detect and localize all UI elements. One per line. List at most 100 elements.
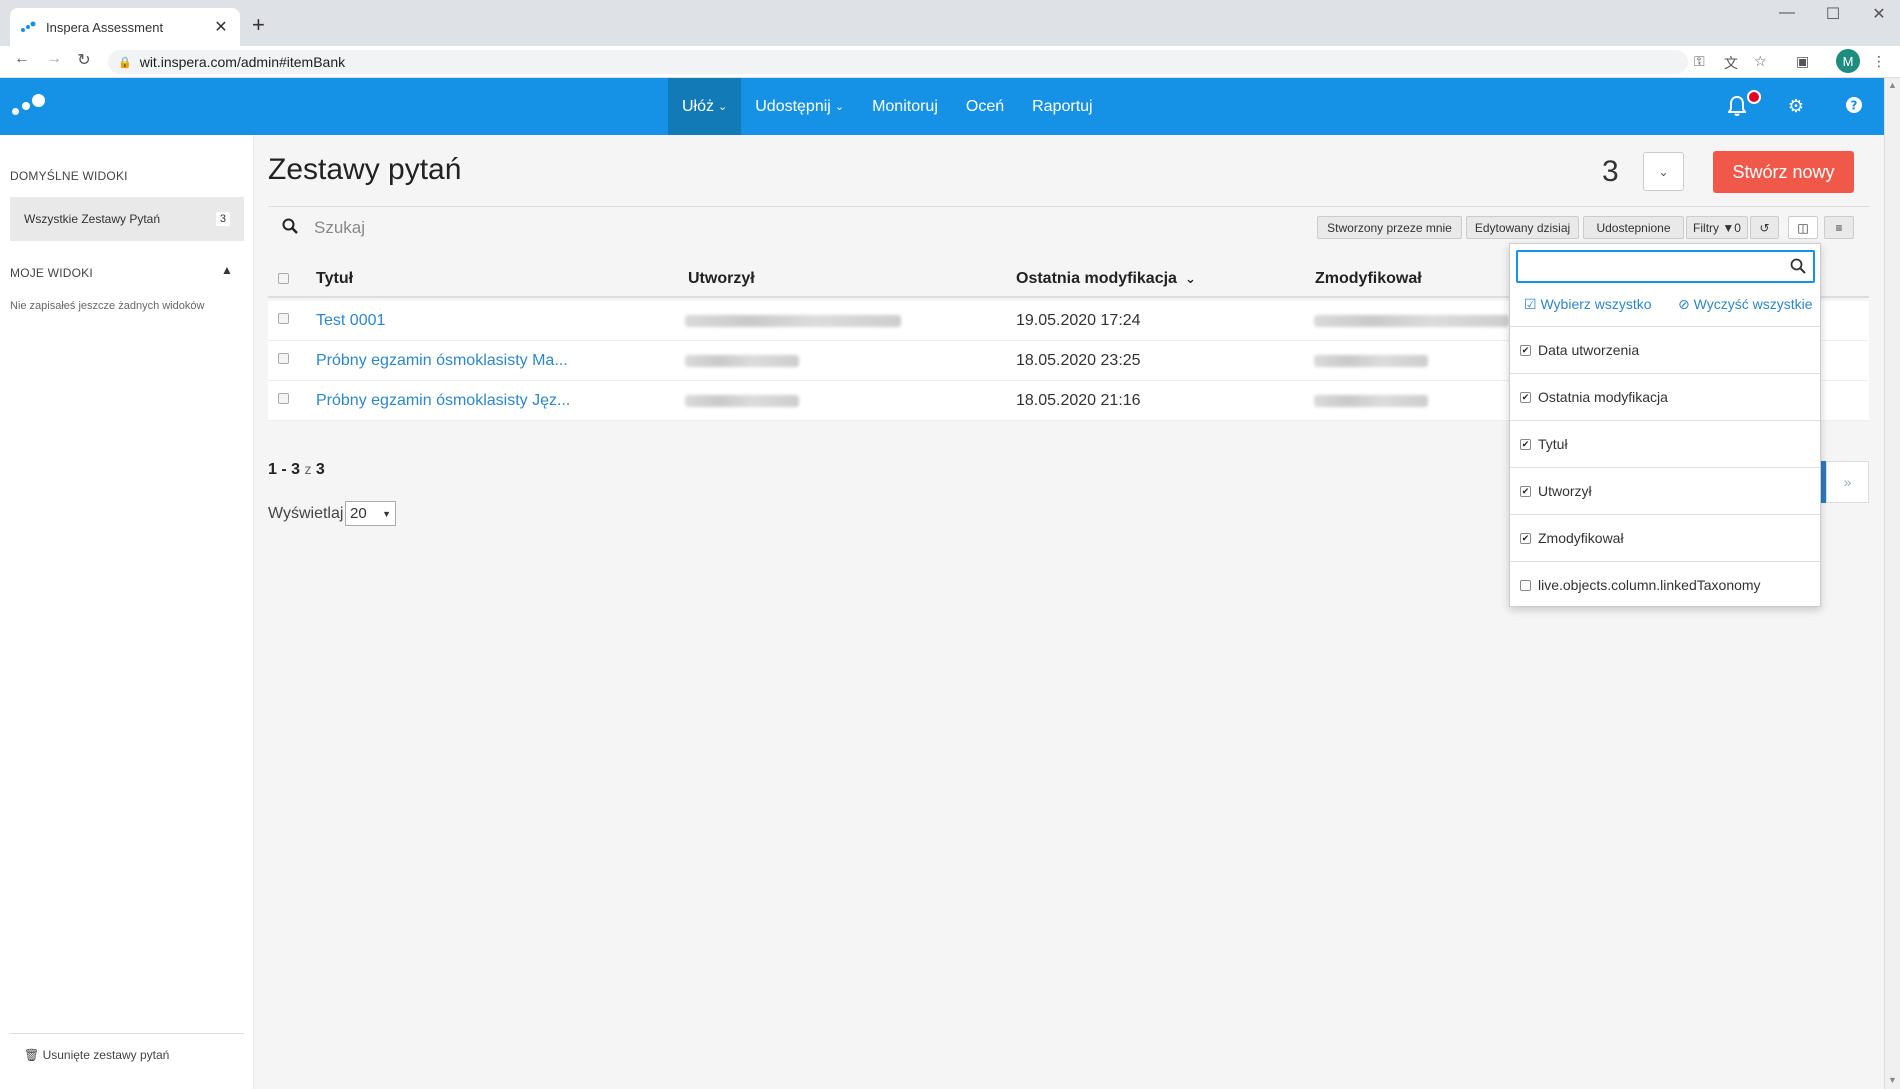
checked-checkbox-icon[interactable]: ✔	[1520, 532, 1531, 544]
nav-compose-label: Ułóż	[682, 97, 715, 115]
select-all-columns-link[interactable]: ☑ Wybierz wszystko	[1524, 296, 1652, 313]
row-title-link[interactable]: Test 0001	[316, 312, 385, 330]
row-modified-date: 18.05.2020 23:25	[1016, 352, 1141, 369]
clear-all-columns-link[interactable]: ⊘ Wyczyść wszystkie	[1678, 296, 1813, 313]
address-bar[interactable]: 🔒 wit.inspera.com/admin#itemBank	[108, 50, 1688, 74]
maximize-window-button[interactable]: ☐	[1810, 4, 1856, 24]
scroll-down-icon[interactable]: ▼	[1888, 1075, 1897, 1085]
url-text: wit.inspera.com/admin#itemBank	[139, 54, 346, 70]
column-header-modified-by[interactable]: Zmodyfikował	[1315, 270, 1422, 288]
bell-icon[interactable]	[1725, 95, 1749, 121]
nav-compose[interactable]: Ułóż ⌄	[668, 78, 742, 135]
row-checkbox[interactable]	[278, 393, 289, 404]
page-size-select[interactable]: 20 ▼	[345, 501, 396, 526]
filters-label: Filtry	[1693, 220, 1720, 235]
column-bulk-actions: ☑ Wybierz wszystko ⊘ Wyczyść wszystkie	[1510, 296, 1822, 316]
profile-avatar[interactable]: M	[1836, 49, 1860, 73]
list-view-button[interactable]: ≡	[1824, 216, 1854, 239]
browser-menu-icon[interactable]: ⋮	[1872, 53, 1886, 70]
main-nav: Ułóż ⌄ Udostępnij ⌄ Monitoruj Oceń Raportu…	[668, 78, 1107, 135]
extensions-icon[interactable]: ▣	[1796, 53, 1809, 70]
nav-report-label: Raportuj	[1032, 97, 1093, 115]
browser-tab[interactable]: Inspera Assessment ✕	[10, 8, 240, 46]
star-icon[interactable]: ☆	[1754, 53, 1767, 70]
filter-edited-today-button[interactable]: Edytowany dzisiaj	[1466, 216, 1579, 239]
column-option[interactable]: ✔ Ostatnia modyfikacja	[1510, 373, 1820, 420]
column-option-label: Zmodyfikował	[1538, 530, 1624, 546]
caret-down-icon: ▼	[382, 508, 391, 519]
new-tab-button[interactable]: +	[252, 12, 265, 38]
search-input[interactable]	[314, 214, 914, 242]
row-checkbox[interactable]	[278, 353, 289, 364]
checked-checkbox-icon[interactable]: ✔	[1520, 391, 1531, 403]
nav-report[interactable]: Raportuj	[1018, 78, 1106, 135]
select-all-columns-label: Wybierz wszystko	[1540, 296, 1652, 312]
lock-icon: 🔒	[118, 56, 132, 69]
column-option-label: Utworzył	[1538, 483, 1592, 499]
count-dropdown-button[interactable]: ⌄	[1643, 152, 1684, 191]
column-chooser-dropdown: ☑ Wybierz wszystko ⊘ Wyczyść wszystkie ✔…	[1509, 243, 1821, 607]
list-icon: ≡	[1835, 220, 1843, 235]
column-option[interactable]: live.objects.column.linkedTaxonomy	[1510, 561, 1820, 608]
nav-share[interactable]: Udostępnij ⌄	[741, 78, 858, 135]
help-icon[interactable]: ?	[1842, 96, 1866, 119]
search-icon	[282, 218, 298, 239]
reload-icon[interactable]: ↻	[72, 50, 96, 70]
page-scrollbar[interactable]: ▲ ▼	[1884, 78, 1900, 1089]
pagination-of: z	[304, 461, 312, 477]
select-all-checkbox[interactable]	[278, 273, 289, 284]
column-header-last-modified[interactable]: Ostatnia modyfikacja ⌄	[1016, 270, 1196, 288]
app-header: Ułóż ⌄ Udostępnij ⌄ Monitoruj Oceń Raportu…	[0, 78, 1892, 135]
create-new-button[interactable]: Stwórz nowy	[1713, 151, 1854, 193]
checked-checkbox-icon[interactable]: ✔	[1520, 344, 1531, 356]
row-title-link[interactable]: Próbny egzamin ósmoklasisty Jęz...	[316, 392, 570, 410]
reset-filters-button[interactable]: ↺	[1750, 216, 1779, 239]
nav-grade[interactable]: Oceń	[952, 78, 1018, 135]
filter-created-by-me-button[interactable]: Stworzony przeze mnie	[1317, 216, 1462, 239]
inspera-logo[interactable]	[12, 94, 48, 120]
my-views-empty-text: Nie zapisałeś jeszcze żadnych widoków	[10, 300, 205, 312]
forward-icon[interactable]: →	[42, 50, 66, 68]
scroll-up-icon[interactable]: ▲	[1888, 80, 1897, 90]
sidebar-item-all-question-sets[interactable]: Wszystkie Zestawy Pytań 3	[10, 197, 244, 241]
redacted-modifier	[1314, 355, 1428, 367]
pagination-range: 1 - 3	[268, 461, 301, 478]
ban-icon: ⊘	[1678, 296, 1690, 312]
page-size-value: 20	[350, 505, 367, 522]
checked-checkbox-icon[interactable]: ✔	[1520, 438, 1531, 450]
column-option[interactable]: ✔ Zmodyfikował	[1510, 514, 1820, 561]
checked-checkbox-icon[interactable]: ✔	[1520, 485, 1531, 497]
back-icon[interactable]: ←	[10, 50, 34, 68]
gear-icon[interactable]: ⚙	[1784, 96, 1808, 117]
column-option[interactable]: ✔ Tytuł	[1510, 420, 1820, 467]
close-window-button[interactable]: ✕	[1856, 4, 1900, 24]
title-divider	[268, 206, 1869, 207]
column-header-title[interactable]: Tytuł	[316, 270, 353, 288]
close-tab-icon[interactable]: ✕	[212, 17, 230, 37]
result-count: 3	[1602, 155, 1619, 188]
minimize-window-button[interactable]: —	[1764, 4, 1810, 22]
column-option[interactable]: ✔ Utworzył	[1510, 467, 1820, 514]
filters-button[interactable]: Filtry ▼ 0	[1686, 216, 1748, 239]
row-checkbox[interactable]	[278, 313, 289, 324]
chevron-up-icon[interactable]: ▲	[221, 263, 233, 277]
sidebar-item-count: 3	[215, 212, 230, 226]
filters-count: 0	[1734, 220, 1741, 235]
funnel-icon: ▼	[1722, 220, 1735, 235]
column-header-created-by[interactable]: Utworzył	[688, 270, 755, 288]
row-title-link[interactable]: Próbny egzamin ósmoklasisty Ma...	[316, 352, 568, 370]
columns-toggle-button[interactable]: ◫	[1788, 216, 1818, 239]
reset-icon: ↺	[1759, 220, 1770, 235]
inspera-favicon-icon	[20, 19, 36, 35]
column-search-input[interactable]	[1516, 250, 1815, 283]
filter-shared-button[interactable]: Udostepnione	[1583, 216, 1684, 239]
column-option-label: Ostatnia modyfikacja	[1538, 389, 1668, 405]
browser-tabbar: Inspera Assessment ✕ + — ☐ ✕	[0, 0, 1900, 46]
pagination-next-button[interactable]: »	[1826, 461, 1869, 503]
nav-monitor[interactable]: Monitoruj	[858, 78, 952, 135]
translate-icon[interactable]: 文	[1724, 53, 1738, 73]
column-option[interactable]: ✔ Data utworzenia	[1510, 326, 1820, 373]
key-icon[interactable]: ⚿	[1694, 53, 1705, 70]
unchecked-checkbox-icon[interactable]	[1520, 579, 1531, 591]
deleted-sets-link[interactable]: 🗑 Usunięte zestawy pytań	[10, 1033, 244, 1062]
